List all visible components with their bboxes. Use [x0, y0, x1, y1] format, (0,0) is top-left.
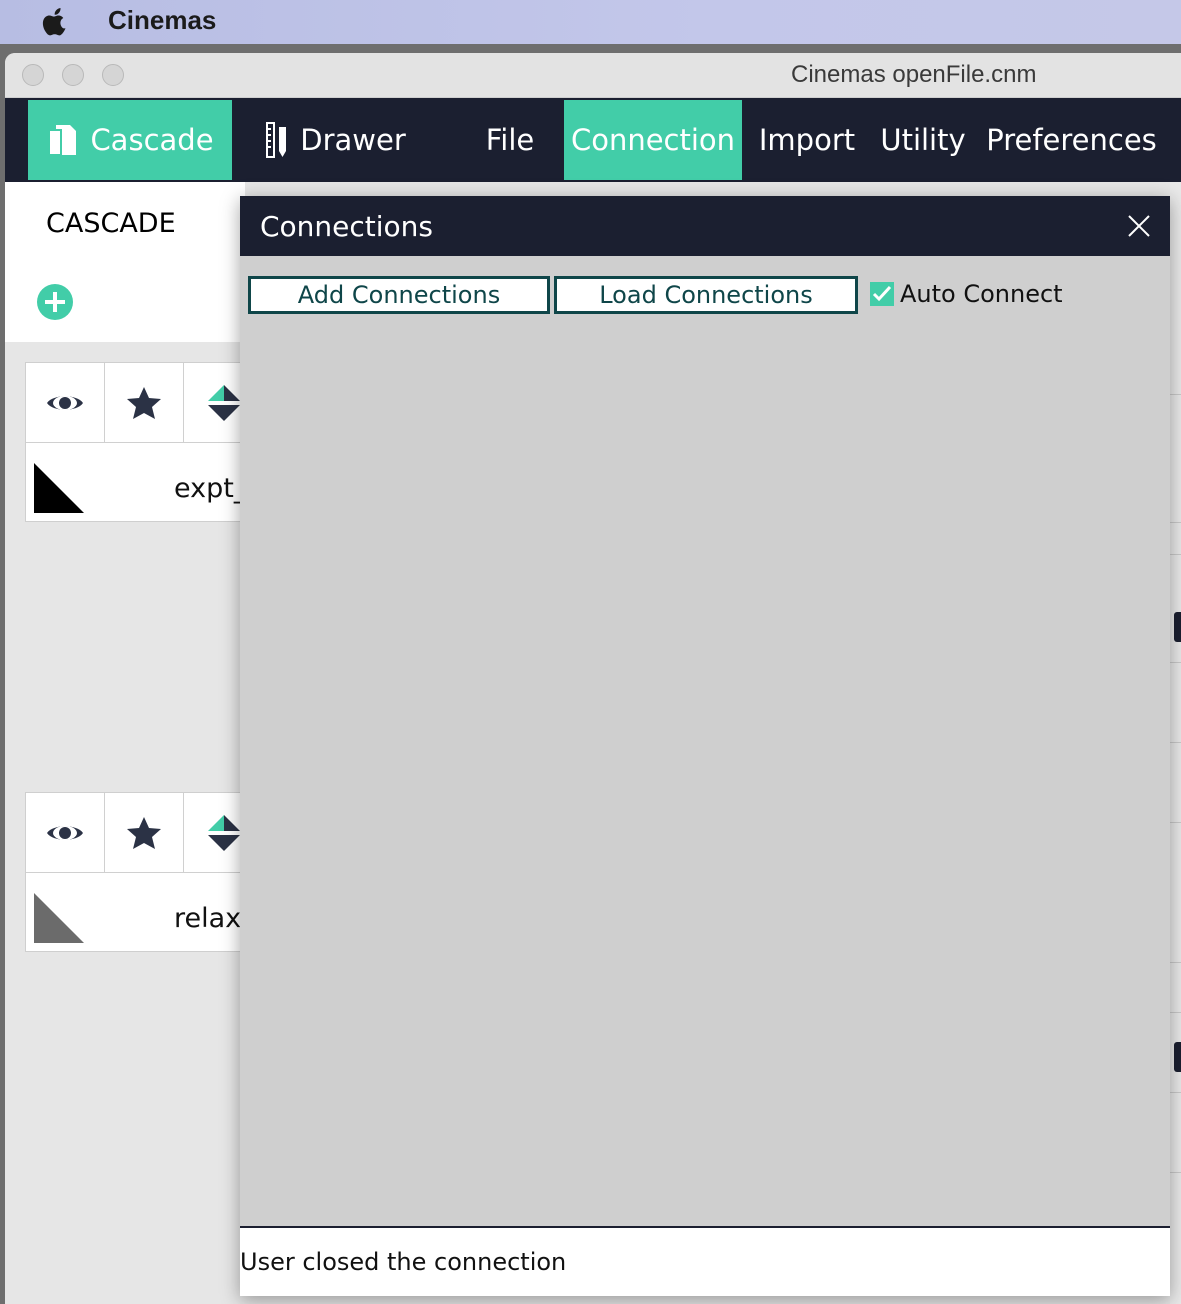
favorite-button[interactable] — [105, 363, 184, 443]
cascade-card[interactable]: relax — [25, 792, 263, 952]
toolbar-utility-label: Utility — [880, 123, 966, 157]
status-message: User closed the connection — [240, 1248, 567, 1276]
visibility-button[interactable] — [26, 363, 105, 443]
main-toolbar: Cascade Drawer File Connection Import Ut… — [5, 98, 1181, 182]
star-icon — [127, 386, 161, 419]
scroll-handle[interactable] — [1174, 612, 1181, 642]
toolbar-cascade[interactable]: Cascade — [28, 100, 232, 180]
toolbar-file[interactable]: File — [475, 100, 545, 180]
toolbar-drawer[interactable]: Drawer — [255, 100, 415, 180]
scroll-handle[interactable] — [1174, 1042, 1181, 1072]
zoom-window-button[interactable] — [102, 64, 124, 86]
apple-icon[interactable] — [40, 6, 70, 38]
favorite-button[interactable] — [105, 793, 184, 873]
eye-icon — [47, 825, 83, 840]
cascade-card[interactable]: expt_ — [25, 362, 263, 522]
dialog-title: Connections — [260, 210, 434, 243]
auto-connect-label: Auto Connect — [900, 280, 1063, 308]
drawer-icon — [266, 122, 287, 158]
close-icon[interactable] — [1126, 213, 1152, 239]
visibility-button[interactable] — [26, 793, 105, 873]
window-titlebar: Cinemas openFile.cnm — [5, 53, 1181, 98]
cascade-heading: CASCADE — [46, 208, 176, 239]
auto-connect-checkbox[interactable] — [870, 282, 894, 306]
minimize-window-button[interactable] — [62, 64, 84, 86]
toolbar-preferences-label: Preferences — [986, 123, 1157, 157]
app-name[interactable]: Cinemas — [108, 5, 216, 36]
close-window-button[interactable] — [22, 64, 44, 86]
color-triangle-icon — [34, 893, 84, 943]
triangle-fill — [34, 463, 84, 513]
color-triangle-icon — [34, 463, 84, 513]
card-name: expt_ — [174, 473, 248, 504]
toolbar-preferences[interactable]: Preferences — [986, 100, 1157, 180]
connections-dialog: Connections Add Connections Load Connect… — [240, 196, 1170, 1296]
toolbar-drawer-label: Drawer — [300, 123, 406, 157]
toolbar-cascade-label: Cascade — [90, 123, 214, 157]
toolbar-import-label: Import — [758, 123, 856, 157]
toolbar-import[interactable]: Import — [757, 100, 857, 180]
load-connections-button[interactable]: Load Connections — [554, 276, 858, 314]
toolbar-connection-label: Connection — [570, 123, 736, 157]
documents-icon — [48, 125, 77, 156]
plus-circle-icon[interactable] — [36, 283, 74, 321]
system-menubar: Cinemas — [0, 0, 1181, 44]
window-title: Cinemas openFile.cnm — [791, 61, 1037, 88]
dialog-status-bar: User closed the connection — [240, 1226, 1170, 1296]
star-icon — [127, 816, 161, 849]
eye-icon — [47, 395, 83, 410]
auto-connect-control[interactable]: Auto Connect — [870, 280, 1063, 308]
dialog-header: Connections — [240, 196, 1170, 256]
toolbar-connection[interactable]: Connection — [564, 100, 742, 180]
checkmark-icon — [872, 285, 892, 302]
toolbar-utility[interactable]: Utility — [877, 100, 969, 180]
toolbar-file-label: File — [485, 123, 535, 157]
card-name: relax — [174, 903, 242, 934]
move-arrows-icon — [207, 384, 240, 421]
add-connections-button[interactable]: Add Connections — [248, 276, 550, 314]
cascade-panel-header: CASCADE — [5, 182, 245, 342]
background-content-strip — [1170, 182, 1181, 1304]
move-arrows-icon — [207, 814, 240, 851]
